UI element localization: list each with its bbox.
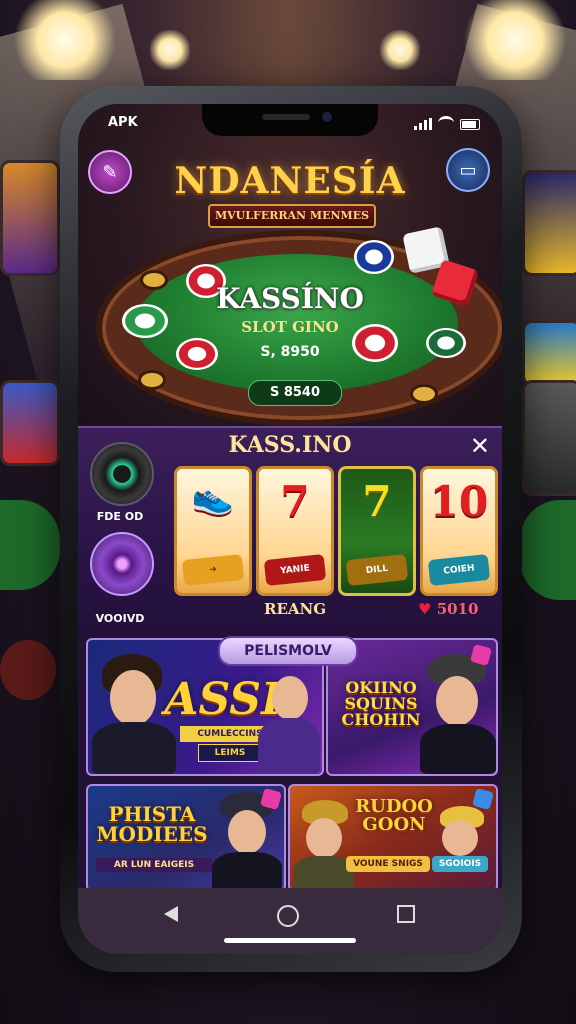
reel-badge: ➜ [181,553,245,587]
reel-badge: YANIE [263,553,327,587]
character-body [212,852,282,890]
character-face [228,810,266,854]
promo-subtitle: VOUNE SNIGS [346,856,430,872]
star-badge-icon [471,787,495,811]
battery-icon [460,119,480,130]
character-face [110,670,156,726]
slot-reel: 7 DILL [338,466,416,596]
slot-machine-art [522,320,576,386]
reel-symbol: 7 [362,477,392,526]
android-navbar [78,888,502,954]
status-icons [414,116,480,130]
balance-pill[interactable]: S 8540 [248,380,342,406]
promo-title: ASSI [164,674,282,725]
character-body [92,722,176,774]
character-body [294,856,354,890]
table-title: KASSÍNO [216,282,364,315]
character-face [306,818,342,858]
shoe-icon: 👟 [191,477,235,517]
wifi-icon [438,116,454,130]
promo-tag: SGOIOIS [432,856,488,872]
slot-reel: 👟 ➜ [174,466,252,596]
slot-footer-score: ♥ 5010 [418,600,479,618]
side-table [520,500,576,600]
table-subtitle: SLOT GINO [241,318,339,336]
app-title: NDANESÍA [174,160,406,202]
reel-symbol: 7 [280,477,310,526]
character-face [436,676,478,726]
promo-subtitle: AR LUN EAIGEIS [96,858,212,872]
promo-title: RUDOO GOON [355,796,433,835]
promo-card[interactable]: RUDOO GOON VOUNE SNIGS SGOIOIS [288,784,498,892]
dial-label: FDE OD [96,510,144,523]
stage-light [460,0,570,80]
back-triangle-icon[interactable] [162,904,180,928]
status-bar: APK [78,112,502,132]
promo-tag: LEIMS [198,744,262,762]
spin-dial[interactable] [90,442,154,506]
app-subtitle: MVULFERRAN MENMES [208,204,376,228]
reel-badge: DILL [345,553,409,587]
slot-machine-art [522,380,576,496]
stage-light [150,30,190,70]
slot-machine-art [0,160,60,276]
phone-screen: APK ✎ ▭ NDANESÍA MVULFERRAN MENMES KASSÍ… [78,104,502,954]
slot-machine-art [0,380,60,466]
promo-title: OKIINO SQUINS CHOHIN [341,678,421,729]
character-face [442,820,478,856]
promo-title: PHISTA MODIEES [96,802,208,846]
home-indicator[interactable] [224,938,356,943]
carrier-label: APK [108,115,138,130]
side-table [0,500,60,590]
promo-grid: PELISMOLV ASSI CUMLECCINS LEIMS OKIINO S… [78,634,502,892]
reel-symbol: 10 [429,477,489,526]
character-face [272,676,308,720]
character-body [420,724,496,774]
home-circle-icon[interactable] [276,904,300,932]
slot-machine-art [522,170,576,276]
stage-light [380,30,420,70]
character-body [258,718,320,774]
dial-label: VOOIVD [95,612,145,625]
cup-holder [138,370,166,390]
promo-header: PELISMOLV [218,636,358,666]
cup-holder [410,384,438,404]
slot-panel: KASS.INO ✕ FDE OD VOOIVD 👟 ➜ 7 YANIE 7 D… [78,426,502,636]
slot-footer-label: REANG [264,600,327,618]
poker-table-section: ✎ ▭ NDANESÍA MVULFERRAN MENMES KASSÍNO S… [78,104,502,426]
close-icon[interactable]: ✕ [470,432,490,460]
recents-square-icon[interactable] [396,904,416,928]
poker-chip [354,240,394,274]
bet-dial[interactable] [90,532,154,596]
table-amount: S, 8950 [260,344,320,360]
slot-reel: 7 YANIE [256,466,334,596]
signal-icon [414,118,432,130]
heart-icon: ♥ [418,600,432,618]
reel-badge: COIEH [427,553,491,587]
bar-stool [0,640,56,700]
slot-reel: 10 COIEH [420,466,498,596]
stage-light [10,0,120,80]
promo-card[interactable]: PHISTA MODIEES AR LUN EAIGEIS [86,784,286,892]
